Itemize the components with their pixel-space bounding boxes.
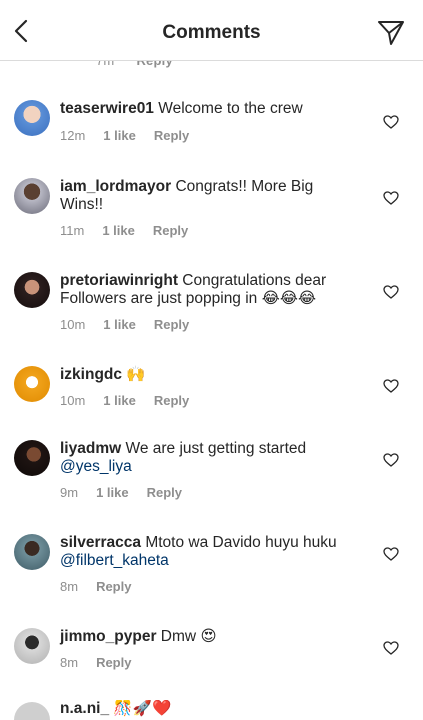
comment-body: Welcome to the crew [158,100,303,117]
comment-item: pretoriawinright Congratulations dear Fo… [0,264,423,344]
avatar[interactable] [14,702,50,720]
comment-time: 10m [60,317,86,332]
heart-icon[interactable] [383,641,399,655]
comment-emoji: 😍 [200,628,217,645]
comment-item: iam_lordmayor Congrats!! More Big Wins!!… [0,170,423,250]
comment-text: silverracca Mtoto wa Davido huyu huku @f… [60,534,360,570]
comment-time: 11m [60,223,85,238]
comment-emoji: 😂😂😂 [261,290,316,307]
page-title: Comments [162,22,261,43]
comment-emoji: 🙌 [126,366,146,383]
comment-body: Dmw [160,628,197,645]
comment-text: izkingdc 🙌 [60,366,360,384]
reply-button[interactable]: Reply [147,485,182,500]
heart-icon[interactable] [383,453,399,467]
comment-emoji: 🎊🚀❤️ [113,700,172,717]
likes-count[interactable]: 1 like [102,223,135,238]
comment-item: teaserwire01 Welcome to the crew 12m 1 li… [0,92,423,162]
heart-icon[interactable] [383,379,399,393]
avatar[interactable] [14,366,50,402]
reply-button[interactable]: Reply [154,393,189,408]
comment-time: 12m [60,128,86,143]
heart-icon[interactable] [383,115,399,129]
comment-time: 8m [60,655,79,670]
paper-plane-icon[interactable] [377,19,405,47]
heart-icon[interactable] [383,547,399,561]
comment-text: teaserwire01 Welcome to the crew [60,100,360,118]
comment-body: Mtoto wa Davido huyu huku [145,534,337,551]
comment-text: pretoriawinright Congratulations dear Fo… [60,272,360,308]
top-bar: Comments [0,0,423,61]
avatar[interactable] [14,628,50,664]
comment-item: liyadmw We are just getting started @yes… [0,432,423,512]
comment-item: jimmo_pyper Dmw 😍 8m Reply [0,620,423,682]
comment-text: jimmo_pyper Dmw 😍 [60,628,360,646]
reply-button[interactable]: Reply [154,128,189,143]
comment-username[interactable]: iam_lordmayor [60,178,171,195]
comment-username[interactable]: jimmo_pyper [60,628,156,645]
likes-count[interactable]: 1 like [103,393,136,408]
partial-comment: n.a.ni_ 🎊🚀❤️ [0,700,423,720]
likes-count[interactable]: 1 like [103,128,136,143]
avatar[interactable] [14,272,50,308]
reply-button[interactable]: Reply [96,579,131,594]
avatar[interactable] [14,440,50,476]
comment-username[interactable]: izkingdc [60,366,122,383]
heart-icon[interactable] [383,191,399,205]
comment-time: 9m [60,485,79,500]
comment-username[interactable]: teaserwire01 [60,100,154,117]
likes-count[interactable]: 1 like [96,485,129,500]
comment-meta: 9m 1 like Reply [60,485,182,500]
avatar[interactable] [14,178,50,214]
comment-meta: 12m 1 like Reply [60,128,189,143]
reply-button[interactable]: Reply [154,317,189,332]
avatar[interactable] [14,534,50,570]
comment-time: 10m [60,393,86,408]
mention-link[interactable]: @filbert_kaheta [60,552,169,569]
likes-count[interactable]: 1 like [103,317,136,332]
comment-username[interactable]: pretoriawinright [60,272,178,289]
reply-button[interactable]: Reply [96,655,131,670]
comment-meta: 8m Reply [60,579,131,594]
comment-item: silverracca Mtoto wa Davido huyu huku @f… [0,526,423,606]
comment-username[interactable]: liyadmw [60,440,121,457]
comment-meta: 11m 1 like Reply [60,223,188,238]
comment-username[interactable]: silverracca [60,534,141,551]
comment-text: liyadmw We are just getting started @yes… [60,440,360,476]
comment-body: We are just getting started [125,440,307,457]
comment-text: n.a.ni_ 🎊🚀❤️ [60,700,360,718]
comment-meta: 10m 1 like Reply [60,393,189,408]
reply-button[interactable]: Reply [153,223,188,238]
mention-link[interactable]: @yes_liya [60,458,132,475]
comment-item: izkingdc 🙌 10m 1 like Reply [0,358,423,420]
heart-icon[interactable] [383,285,399,299]
comment-username[interactable]: n.a.ni_ [60,700,109,717]
comment-text: iam_lordmayor Congrats!! More Big Wins!! [60,178,360,214]
comment-list: teaserwire01 Welcome to the crew 12m 1 li… [0,60,423,720]
avatar[interactable] [14,100,50,136]
comment-time: 8m [60,579,79,594]
comment-meta: 10m 1 like Reply [60,317,189,332]
comment-meta: 8m Reply [60,655,131,670]
